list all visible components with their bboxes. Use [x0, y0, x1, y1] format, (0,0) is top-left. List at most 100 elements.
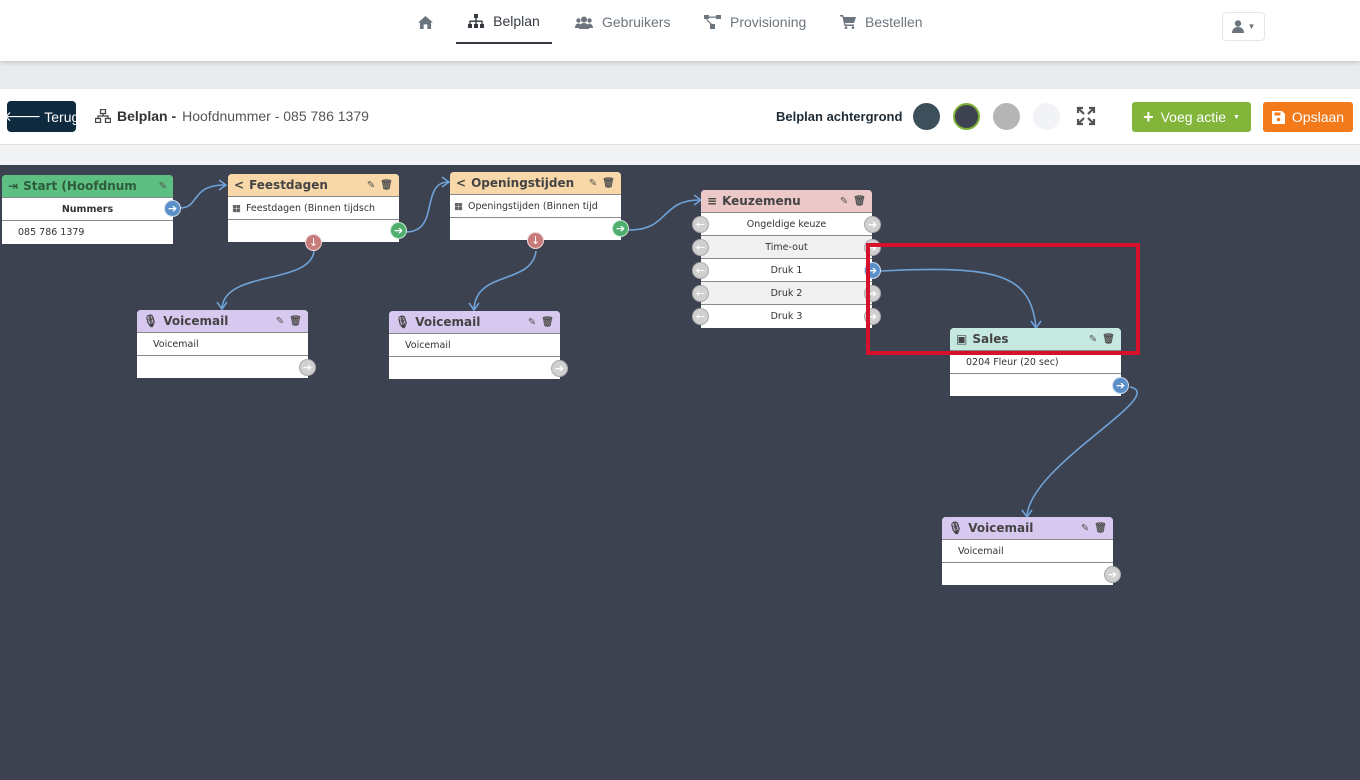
input-port-arrow-left-icon[interactable]: ←	[692, 285, 709, 302]
voicemail-row: Voicemail	[137, 333, 308, 356]
node-voicemail-1[interactable]: 🎙 Voicemail ✎ 🗑 Voicemail ➔	[137, 310, 316, 378]
highlight-box	[866, 243, 1140, 355]
node-header[interactable]: ≡ Keuzemenu ✎ 🗑	[701, 190, 872, 213]
wire-start-feestdagen	[179, 184, 226, 209]
edit-icon[interactable]: ✎	[276, 316, 284, 327]
arrow-head	[216, 301, 228, 311]
background-label: Belplan achtergrond	[776, 109, 903, 124]
output-port-true-arrow-right-icon[interactable]: ➔	[390, 222, 407, 239]
share-icon: <	[234, 178, 245, 192]
nav-gebruikers[interactable]: Gebruikers	[575, 0, 670, 44]
bg-color-option-1[interactable]	[913, 103, 940, 130]
save-label: Opslaan	[1291, 109, 1345, 125]
cart-icon	[840, 15, 856, 29]
edit-icon[interactable]: ✎	[589, 178, 597, 189]
wire-openingstijden-vm2	[473, 250, 537, 310]
breadcrumb-title: Belplan -	[117, 108, 177, 124]
node-title: Voicemail	[163, 314, 229, 328]
output-port-arrow-right-icon[interactable]: ➔	[864, 216, 881, 233]
option-invalid: Ongeldige keuze	[701, 213, 872, 236]
option-druk-2: Druk 2	[701, 282, 872, 305]
output-port-arrow-right-icon[interactable]: ➔	[164, 200, 181, 217]
nav-belplan[interactable]: Belplan	[456, 0, 552, 44]
home-icon	[418, 15, 433, 29]
bg-color-option-3[interactable]	[993, 103, 1020, 130]
schedule-row: ▦ Feestdagen (Binnen tijdsch	[228, 197, 399, 220]
node-header[interactable]: < Feestdagen ✎ 🗑	[228, 174, 399, 197]
nav-home[interactable]	[418, 0, 433, 44]
output-port-arrow-right-icon[interactable]: ➔	[1104, 566, 1121, 583]
nav-bestellen-label: Bestellen	[865, 14, 923, 30]
edit-icon[interactable]: ✎	[1081, 523, 1089, 534]
breadcrumb: Belplan - Hoofdnummer - 085 786 1379	[95, 108, 369, 124]
node-header[interactable]: ⇥ Start (Hoofdnum ✎	[2, 175, 173, 198]
chevron-down-icon: ▼	[1247, 22, 1256, 31]
back-button[interactable]: 🡐 Terug	[3, 101, 79, 132]
option-druk-3: Druk 3	[770, 311, 803, 322]
node-header[interactable]: 🎙 Voicemail ✎ 🗑	[942, 517, 1113, 540]
node-header[interactable]: < Openingstijden ✎ 🗑	[450, 172, 621, 195]
edit-icon[interactable]: ✎	[159, 181, 167, 192]
node-start[interactable]: ⇥ Start (Hoofdnum ✎ Nummers 085 786 1379…	[2, 175, 181, 244]
share-icon: <	[456, 176, 467, 190]
trash-icon[interactable]: 🗑	[1094, 523, 1107, 534]
sitemap-icon	[468, 14, 485, 28]
sitemap-icon	[95, 109, 111, 123]
microphone-icon: 🎙	[948, 521, 964, 535]
spacer-band	[0, 61, 1360, 89]
wire-sales-vm3	[1026, 386, 1138, 517]
flow-canvas[interactable]: ⇥ Start (Hoofdnum ✎ Nummers 085 786 1379…	[0, 165, 1360, 780]
arrow-left-icon: 🡐	[3, 108, 42, 124]
node-title: Keuzemenu	[722, 194, 801, 208]
trash-icon[interactable]: 🗑	[380, 180, 393, 191]
output-port-true-arrow-right-icon[interactable]: ➔	[612, 220, 629, 237]
output-port-arrow-right-icon[interactable]: ➔	[299, 359, 316, 376]
voicemail-row: Voicemail	[942, 540, 1113, 563]
edit-icon[interactable]: ✎	[840, 196, 848, 207]
node-header[interactable]: 🎙 Voicemail ✎ 🗑	[137, 310, 308, 333]
edit-icon[interactable]: ✎	[367, 180, 375, 191]
nav-bestellen[interactable]: Bestellen	[840, 0, 923, 44]
input-port-arrow-left-icon[interactable]: ←	[692, 239, 709, 256]
output-port-false-arrow-down-icon[interactable]: ↓	[305, 234, 322, 251]
users-icon	[575, 16, 593, 29]
output-port-arrow-right-icon[interactable]: ➔	[551, 360, 568, 377]
trash-icon[interactable]: 🗑	[602, 178, 615, 189]
fullscreen-icon[interactable]	[1076, 106, 1096, 126]
node-title: Feestdagen	[249, 178, 328, 192]
wire-feestdagen-openingstijden	[405, 181, 449, 233]
canvas-top-strip	[0, 145, 1360, 165]
node-voicemail-2[interactable]: 🎙 Voicemail ✎ 🗑 Voicemail ➔	[389, 311, 568, 379]
node-feestdagen[interactable]: < Feestdagen ✎ 🗑 ▦ Feestdagen (Binnen tijd…	[228, 174, 407, 251]
node-openingstijden[interactable]: < Openingstijden ✎ 🗑 ▦ Openingstijden (Bin…	[450, 172, 629, 249]
user-menu-button[interactable]: ▼	[1222, 12, 1265, 41]
nav-belplan-label: Belplan	[493, 13, 540, 29]
provisioning-icon	[704, 15, 721, 29]
voicemail-row: Voicemail	[389, 334, 560, 357]
node-title: Voicemail	[968, 521, 1034, 535]
edit-icon[interactable]: ✎	[528, 317, 536, 328]
bg-color-option-2-selected[interactable]	[953, 103, 980, 130]
add-action-label: Voeg actie	[1160, 109, 1226, 125]
arrow-head	[441, 176, 451, 188]
node-keuzemenu[interactable]: ≡ Keuzemenu ✎ 🗑 Ongeldige keuze Time-out …	[692, 190, 881, 328]
arrow-head	[1021, 509, 1033, 519]
trash-icon[interactable]: 🗑	[853, 196, 866, 207]
input-port-arrow-left-icon[interactable]: ←	[692, 308, 709, 325]
input-port-arrow-left-icon[interactable]: ←	[692, 262, 709, 279]
node-header[interactable]: 🎙 Voicemail ✎ 🗑	[389, 311, 560, 334]
add-action-button[interactable]: + Voeg actie ▼	[1132, 102, 1251, 132]
arrow-head	[468, 302, 480, 312]
microphone-icon: 🎙	[143, 314, 159, 328]
nav-provisioning[interactable]: Provisioning	[704, 0, 806, 44]
bg-color-option-4[interactable]	[1033, 103, 1060, 130]
node-voicemail-3[interactable]: 🎙 Voicemail ✎ 🗑 Voicemail ➔	[942, 517, 1121, 585]
caret-down-icon: ▼	[1232, 113, 1240, 121]
trash-icon[interactable]: 🗑	[541, 317, 554, 328]
save-button[interactable]: Opslaan	[1263, 102, 1353, 132]
input-port-arrow-left-icon[interactable]: ←	[692, 216, 709, 233]
output-port-arrow-right-icon[interactable]: ➔	[1112, 377, 1129, 394]
output-port-false-arrow-down-icon[interactable]: ↓	[527, 232, 544, 249]
trash-icon[interactable]: 🗑	[289, 316, 302, 327]
user-icon	[1231, 20, 1244, 33]
